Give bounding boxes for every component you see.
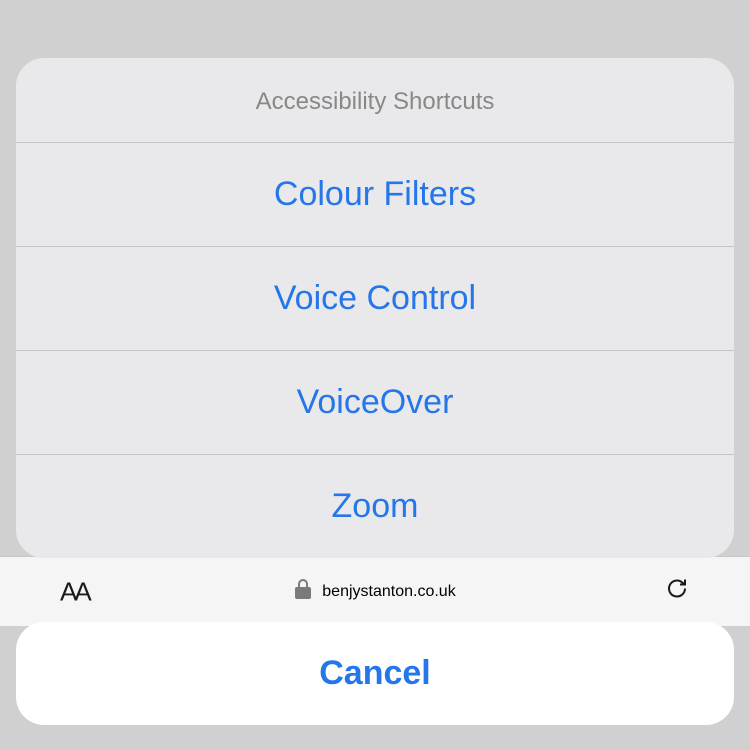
browser-address-bar: AA benjystanton.co.uk — [0, 556, 750, 626]
url-display[interactable]: benjystanton.co.uk — [294, 578, 455, 606]
option-colour-filters[interactable]: Colour Filters — [16, 142, 734, 246]
reload-icon[interactable] — [664, 575, 690, 608]
action-sheet-title: Accessibility Shortcuts — [16, 58, 734, 142]
option-zoom[interactable]: Zoom — [16, 454, 734, 558]
url-text: benjystanton.co.uk — [322, 583, 455, 601]
option-voice-control[interactable]: Voice Control — [16, 246, 734, 350]
text-size-icon[interactable]: AA — [60, 576, 89, 607]
action-sheet: Accessibility Shortcuts Colour Filters V… — [16, 58, 734, 558]
option-voiceover[interactable]: VoiceOver — [16, 350, 734, 454]
cancel-button[interactable]: Cancel — [16, 622, 734, 725]
lock-icon — [294, 578, 312, 606]
